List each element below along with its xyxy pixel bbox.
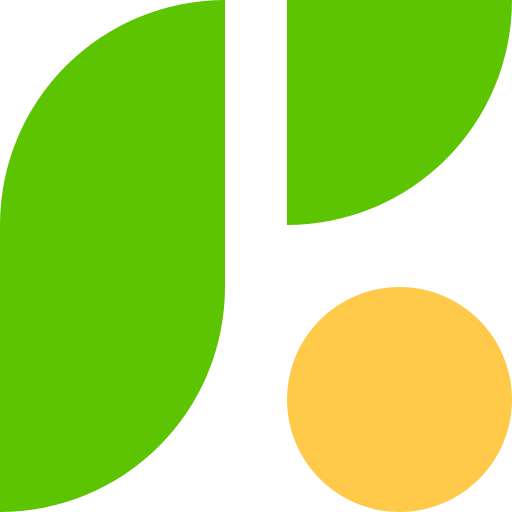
leaf-logo-icon xyxy=(0,0,512,512)
yellow-dot-shape xyxy=(287,287,512,512)
